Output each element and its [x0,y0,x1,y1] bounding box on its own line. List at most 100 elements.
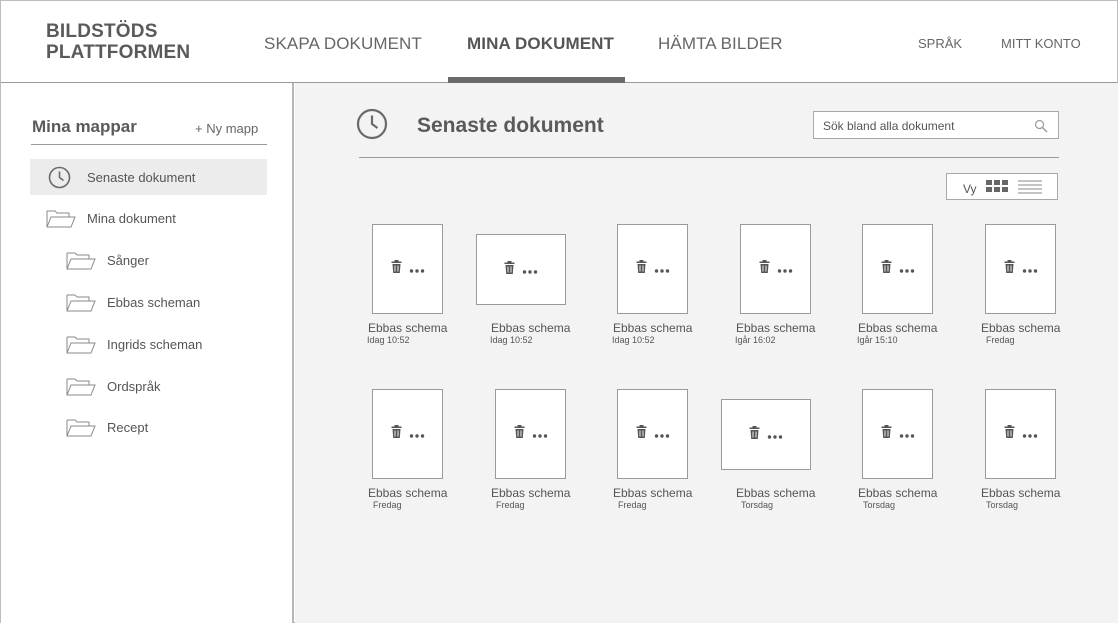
document-name: Ebbas schema [736,486,816,500]
more-options-icon[interactable] [1022,425,1037,443]
document-card[interactable]: Ebbas schema Fredag [598,389,708,519]
document-name: Ebbas schema [858,486,938,500]
folder-label: Recept [107,420,149,435]
more-options-icon[interactable] [522,261,538,279]
page-title: Senaste dokument [417,114,604,137]
document-thumbnail[interactable] [372,389,443,479]
document-card[interactable]: Ebbas schema Fredag [353,389,463,519]
more-options-icon[interactable] [899,260,914,278]
document-thumbnail[interactable] [985,224,1056,314]
view-switcher: Vy [946,173,1058,200]
sidebar-item-label: Mina dokument [87,211,176,226]
trash-icon[interactable] [391,425,401,443]
document-card[interactable]: Ebbas schema Igår 15:10 [843,224,953,354]
list-view-icon[interactable] [1018,180,1042,200]
document-thumbnail[interactable] [740,224,811,314]
more-options-icon[interactable] [409,260,424,278]
language-link[interactable]: SPRÅK [918,36,962,51]
document-timestamp: Igår 15:10 [857,335,898,345]
document-timestamp: Fredag [986,335,1015,345]
document-actions [636,425,669,443]
nav-hamta-bilder[interactable]: HÄMTA BILDER [658,34,783,54]
document-thumbnail[interactable] [862,224,933,314]
trash-icon[interactable] [504,260,515,279]
sidebar-item-label: Senaste dokument [87,170,196,185]
document-thumbnail[interactable] [476,234,566,305]
nav-mina-dokument[interactable]: MINA DOKUMENT [467,34,614,54]
document-thumbnail[interactable] [862,389,933,479]
trash-icon[interactable] [749,425,760,444]
more-options-icon[interactable] [1022,260,1037,278]
document-timestamp: Igår 16:02 [735,335,776,345]
sidebar-folder-ordsprak[interactable]: Ordspråk [30,368,267,404]
document-card[interactable]: Ebbas schema Torsdag [966,389,1076,519]
document-name: Ebbas schema [491,486,571,500]
document-thumbnail[interactable] [617,389,688,479]
folder-icon [66,251,96,275]
more-options-icon[interactable] [767,426,783,444]
more-options-icon[interactable] [899,425,914,443]
trash-icon[interactable] [636,425,646,443]
document-thumbnail[interactable] [985,389,1056,479]
sidebar-folder-sanger[interactable]: Sånger [30,242,267,278]
sidebar-folder-ebbas-scheman[interactable]: Ebbas scheman [30,284,267,320]
document-card[interactable]: Ebbas schema Torsdag [843,389,953,519]
more-options-icon[interactable] [777,260,792,278]
account-link[interactable]: MITT KONTO [1001,36,1081,51]
document-name: Ebbas schema [368,321,448,335]
document-timestamp: Torsdag [741,500,774,510]
app-logo[interactable]: BILDSTÖDS PLATTFORMEN [46,21,190,63]
document-name: Ebbas schema [858,321,938,335]
document-card[interactable]: Ebbas schema Idag 10:52 [353,224,463,354]
new-folder-button[interactable]: + Ny mapp [195,121,258,136]
clock-icon [48,166,71,194]
app-window: BILDSTÖDS PLATTFORMEN SKAPA DOKUMENT MIN… [0,0,1118,623]
trash-icon[interactable] [1004,260,1014,278]
more-options-icon[interactable] [409,425,424,443]
trash-icon[interactable] [759,260,769,278]
document-timestamp: Idag 10:52 [490,335,533,345]
document-thumbnail[interactable] [721,399,811,470]
more-options-icon[interactable] [532,425,547,443]
document-thumbnail[interactable] [495,389,566,479]
nav-skapa-dokument[interactable]: SKAPA DOKUMENT [264,34,422,54]
sidebar-folder-recept[interactable]: Recept [30,409,267,445]
logo-line-1: BILDSTÖDS [46,21,158,42]
trash-icon[interactable] [636,260,646,278]
document-card[interactable]: Ebbas schema Igår 16:02 [721,224,831,354]
more-options-icon[interactable] [654,425,669,443]
document-name: Ebbas schema [491,321,571,335]
trash-icon[interactable] [514,425,524,443]
trash-icon[interactable] [1004,425,1014,443]
document-timestamp: Idag 10:52 [367,335,410,345]
sidebar-item-my-documents[interactable]: Mina dokument [30,200,267,236]
document-actions [514,425,547,443]
document-card[interactable]: Ebbas schema Idag 10:52 [598,224,708,354]
sidebar-folder-ingrids-scheman[interactable]: Ingrids scheman [30,326,267,362]
sidebar-item-recent[interactable]: Senaste dokument [30,159,267,195]
document-thumbnail[interactable] [372,224,443,314]
trash-icon[interactable] [881,425,891,443]
document-actions [391,260,424,278]
document-actions [749,425,783,444]
search-input[interactable]: Sök bland alla dokument [813,111,1059,139]
document-card[interactable]: Ebbas schema Fredag [966,224,1076,354]
logo-line-2: PLATTFORMEN [46,42,191,63]
document-actions [391,425,424,443]
trash-icon[interactable] [881,260,891,278]
more-options-icon[interactable] [654,260,669,278]
document-timestamp: Fredag [373,500,402,510]
sidebar-title: Mina mappar [32,117,137,136]
document-card[interactable]: Ebbas schema Fredag [476,389,586,519]
document-thumbnail[interactable] [617,224,688,314]
folder-label: Sånger [107,253,149,268]
grid-view-icon[interactable] [986,180,1009,199]
document-actions [504,260,538,279]
document-actions [1004,260,1037,278]
document-card[interactable]: Ebbas schema Idag 10:52 [476,224,586,354]
document-name: Ebbas schema [981,321,1061,335]
trash-icon[interactable] [391,260,401,278]
document-card[interactable]: Ebbas schema Torsdag [721,389,831,519]
search-icon[interactable] [1034,119,1048,138]
document-name: Ebbas schema [613,486,693,500]
